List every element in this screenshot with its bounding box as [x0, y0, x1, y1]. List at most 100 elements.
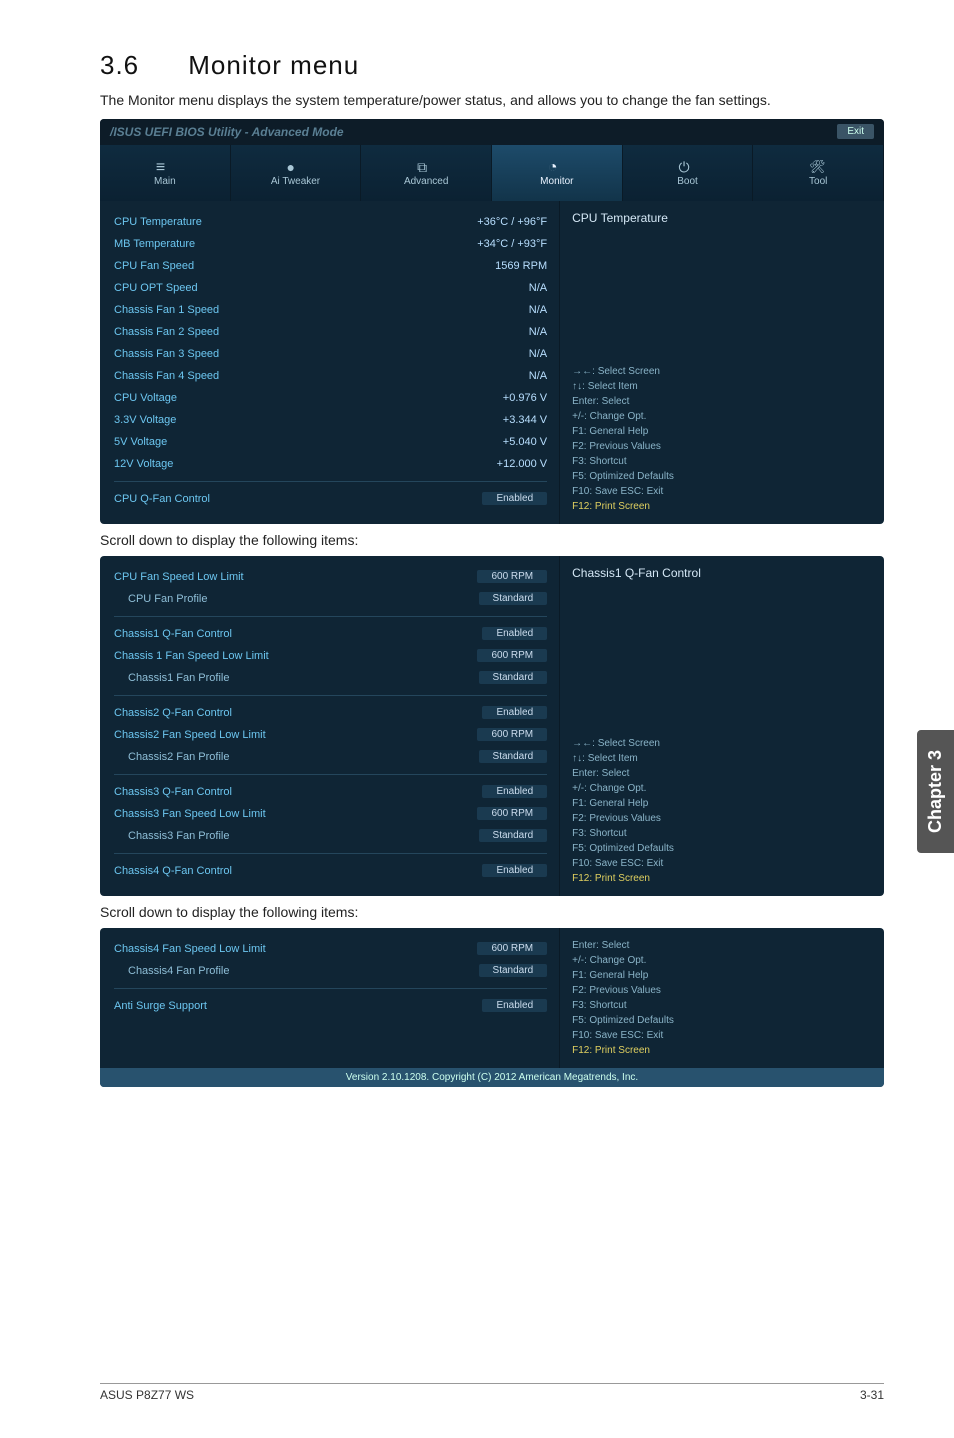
help-keys-2: →←: Select Screen↑↓: Select ItemEnter: S… — [572, 736, 872, 886]
setting-label: Chassis 1 Fan Speed Low Limit — [114, 650, 269, 662]
help-title-2: Chassis1 Q-Fan Control — [572, 566, 872, 580]
setting-label: Chassis4 Fan Speed Low Limit — [114, 943, 266, 955]
setting-value: +36°C / +96°F — [477, 216, 547, 228]
setting-row[interactable]: Chassis2 Q-Fan ControlEnabled — [114, 702, 547, 724]
setting-row[interactable]: Chassis2 Fan ProfileStandard — [114, 746, 547, 768]
help-key-line: F12: Print Screen — [572, 871, 872, 886]
setting-row[interactable]: 12V Voltage +12.000 V — [114, 453, 547, 475]
setting-row[interactable]: Chassis Fan 3 Speed N/A — [114, 343, 547, 365]
setting-row[interactable]: Chassis 1 Fan Speed Low Limit 600 RPM — [114, 645, 547, 667]
section-title: Monitor menu — [188, 50, 359, 80]
help-key-line: F2: Previous Values — [572, 439, 872, 454]
setting-value[interactable]: Standard — [479, 671, 548, 684]
setting-row[interactable]: CPU Fan Profile Standard — [114, 588, 547, 610]
setting-label: 3.3V Voltage — [114, 414, 176, 426]
help-key-line: F1: General Help — [572, 796, 872, 811]
setting-row[interactable]: CPU OPT SpeedN/A — [114, 277, 547, 299]
setting-value[interactable]: 600 RPM — [477, 649, 547, 662]
setting-value[interactable]: Enabled — [482, 864, 547, 877]
setting-row[interactable]: CPU Fan Speed1569 RPM — [114, 255, 547, 277]
ai-icon — [287, 159, 305, 173]
help-key-line: +/-: Change Opt. — [572, 781, 872, 796]
setting-label: Anti Surge Support — [114, 1000, 207, 1012]
setting-label: Chassis3 Fan Profile — [114, 830, 230, 842]
setting-row[interactable]: Chassis1 Q-Fan ControlEnabled — [114, 623, 547, 645]
exit-button[interactable]: Exit — [837, 124, 874, 139]
help-key-line: ↑↓: Select Item — [572, 751, 872, 766]
help-keys: →←: Select Screen↑↓: Select ItemEnter: S… — [572, 364, 872, 514]
monitor-list-panel-3: Chassis4 Fan Speed Low Limit600 RPMChass… — [100, 928, 559, 1068]
help-keys-3: Enter: Select+/-: Change Opt.F1: General… — [572, 938, 872, 1058]
tool-icon — [809, 159, 827, 173]
setting-row[interactable]: Chassis Fan 1 SpeedN/A — [114, 299, 547, 321]
setting-label: Chassis3 Fan Speed Low Limit — [114, 808, 266, 820]
setting-value: +12.000 V — [497, 458, 547, 470]
setting-value[interactable]: 600 RPM — [477, 942, 547, 955]
setting-value[interactable]: Enabled — [482, 706, 547, 719]
setting-label: Chassis Fan 4 Speed — [114, 370, 219, 382]
setting-row[interactable]: Chassis3 Fan Speed Low Limit 600 RPM — [114, 803, 547, 825]
help-key-line: ↑↓: Select Item — [572, 379, 872, 394]
setting-value[interactable]: Enabled — [482, 492, 547, 505]
setting-value: N/A — [529, 326, 547, 338]
setting-value[interactable]: Enabled — [482, 999, 547, 1012]
bios-window-1: /ISUS UEFI BIOS Utility - Advanced Mode … — [100, 119, 884, 524]
setting-row[interactable]: Chassis4 Fan Speed Low Limit 600 RPM — [114, 938, 547, 960]
setting-row[interactable]: Chassis4 Q-Fan ControlEnabled — [114, 860, 547, 882]
main-icon — [156, 159, 174, 173]
setting-value[interactable]: 600 RPM — [477, 807, 547, 820]
setting-row[interactable]: Anti Surge Support Enabled — [114, 995, 547, 1017]
setting-value: N/A — [529, 348, 547, 360]
setting-label: Chassis Fan 3 Speed — [114, 348, 219, 360]
setting-value[interactable]: Standard — [479, 829, 548, 842]
setting-value[interactable]: Standard — [479, 964, 548, 977]
help-title: CPU Temperature — [572, 211, 872, 225]
setting-label: CPU Fan Profile — [114, 593, 207, 605]
tab-monitor[interactable]: Monitor — [492, 145, 623, 201]
setting-row[interactable]: Chassis Fan 2 SpeedN/A — [114, 321, 547, 343]
setting-row[interactable]: Chassis4 Fan ProfileStandard — [114, 960, 547, 982]
setting-row[interactable]: Chassis2 Fan Speed Low Limit600 RPM — [114, 724, 547, 746]
help-key-line: F5: Optimized Defaults — [572, 1013, 872, 1028]
setting-value[interactable]: Enabled — [482, 785, 547, 798]
section-heading: 3.6 Monitor menu — [100, 50, 884, 81]
setting-row[interactable]: Chassis1 Fan ProfileStandard — [114, 667, 547, 689]
help-key-line: F2: Previous Values — [572, 811, 872, 826]
setting-row[interactable]: CPU Temperature +36°C / +96°F — [114, 211, 547, 233]
bios-footer: Version 2.10.1208. Copyright (C) 2012 Am… — [100, 1068, 884, 1087]
setting-value[interactable]: Enabled — [482, 627, 547, 640]
scroll-note-2: Scroll down to display the following ite… — [100, 904, 884, 920]
tab-advanced[interactable]: Advanced — [361, 145, 492, 201]
footer-product: ASUS P8Z77 WS — [100, 1388, 194, 1402]
setting-value[interactable]: Standard — [479, 592, 548, 605]
scroll-note-1: Scroll down to display the following ite… — [100, 532, 884, 548]
setting-row[interactable]: 5V Voltage+5.040 V — [114, 431, 547, 453]
bios-title: /ISUS UEFI BIOS Utility - Advanced Mode — [110, 125, 344, 139]
boot-icon — [679, 159, 697, 173]
setting-value: 1569 RPM — [495, 260, 547, 272]
setting-value[interactable]: Standard — [479, 750, 548, 763]
bios-window-2: CPU Fan Speed Low Limit600 RPMCPU Fan Pr… — [100, 556, 884, 896]
setting-row[interactable]: CPU Q-Fan ControlEnabled — [114, 488, 547, 510]
tab-main[interactable]: Main — [100, 145, 231, 201]
monitor-list-panel: CPU Temperature +36°C / +96°F MB Temperatu… — [100, 201, 559, 524]
setting-value[interactable]: 600 RPM — [477, 728, 547, 741]
help-key-line: F12: Print Screen — [572, 499, 872, 514]
tab-tool[interactable]: Tool — [753, 145, 884, 201]
setting-label: 12V Voltage — [114, 458, 173, 470]
help-key-line: Enter: Select — [572, 938, 872, 953]
setting-row[interactable]: CPU Fan Speed Low Limit600 RPM — [114, 566, 547, 588]
setting-row[interactable]: 3.3V Voltage+3.344 V — [114, 409, 547, 431]
help-key-line: F10: Save ESC: Exit — [572, 484, 872, 499]
setting-row[interactable]: Chassis Fan 4 SpeedN/A — [114, 365, 547, 387]
setting-label: MB Temperature — [114, 238, 195, 250]
tab-boot[interactable]: Boot — [623, 145, 754, 201]
setting-row[interactable]: Chassis3 Q-Fan Control Enabled — [114, 781, 547, 803]
setting-label: Chassis3 Q-Fan Control — [114, 786, 232, 798]
setting-label: CPU Temperature — [114, 216, 202, 228]
setting-row[interactable]: MB Temperature+34°C / +93°F — [114, 233, 547, 255]
setting-value[interactable]: 600 RPM — [477, 570, 547, 583]
setting-row[interactable]: CPU Voltage+0.976 V — [114, 387, 547, 409]
setting-row[interactable]: Chassis3 Fan Profile Standard — [114, 825, 547, 847]
tab-ai-tweaker[interactable]: Ai Tweaker — [231, 145, 362, 201]
